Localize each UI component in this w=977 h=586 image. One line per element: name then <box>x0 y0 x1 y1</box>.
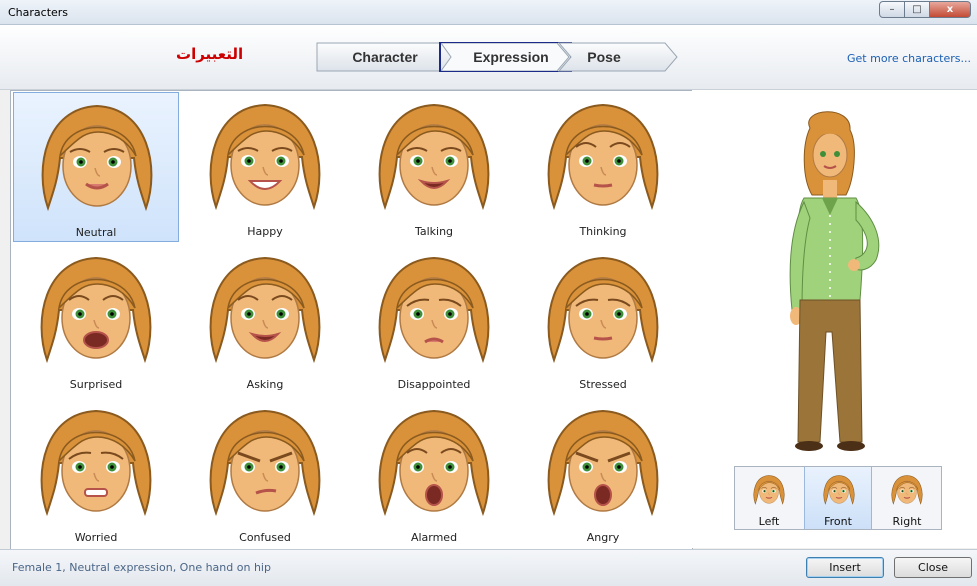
pose-view-front[interactable]: Front <box>804 467 872 529</box>
expression-label: Happy <box>247 225 283 238</box>
expression-label: Angry <box>586 531 620 544</box>
pose-view-label: Front <box>824 515 852 528</box>
insert-button[interactable]: Insert <box>806 557 884 578</box>
character-face-icon <box>204 250 326 370</box>
close-button[interactable]: Close <box>894 557 972 578</box>
pose-view-label: Right <box>892 515 922 528</box>
pose-view-label: Left <box>758 515 780 528</box>
expression-tile-stressed[interactable]: Stressed <box>520 245 686 395</box>
character-face-icon <box>373 250 495 370</box>
expression-label: Surprised <box>69 378 123 391</box>
maximize-icon: □ <box>912 4 922 15</box>
maximize-button[interactable]: □ <box>904 1 930 18</box>
close-icon: x <box>946 4 954 15</box>
expression-tile-confused[interactable]: Confused <box>182 398 348 548</box>
expression-tile-talking[interactable]: Talking <box>351 92 517 242</box>
expression-tile-neutral[interactable]: Neutral <box>13 92 179 242</box>
arabic-title: التعبيرات <box>176 45 244 63</box>
pose-view-right[interactable]: Right <box>873 467 941 529</box>
step-character-label: Character <box>352 49 418 65</box>
character-face-icon <box>204 97 326 217</box>
expression-tile-surprised[interactable]: Surprised <box>13 245 179 395</box>
expression-label: Disappointed <box>397 378 471 391</box>
expression-tile-thinking[interactable]: Thinking <box>520 92 686 242</box>
character-face-icon <box>373 97 495 217</box>
character-face-icon <box>542 250 664 370</box>
pose-view-left[interactable]: Left <box>735 467 803 529</box>
expression-tile-alarmed[interactable]: Alarmed <box>351 398 517 548</box>
expression-tile-happy[interactable]: Happy <box>182 92 348 242</box>
character-face-icon <box>36 98 158 218</box>
get-more-characters-link[interactable]: Get more characters... <box>847 52 971 65</box>
window-title: Characters <box>8 6 69 19</box>
step-expression[interactable]: Expression <box>439 42 573 72</box>
character-face-icon <box>35 403 157 523</box>
expression-label: Worried <box>74 531 118 544</box>
pose-view-tabs: Left Front Right <box>734 466 942 530</box>
character-face-icon <box>204 403 326 523</box>
expression-tile-worried[interactable]: Worried <box>13 398 179 548</box>
step-pose[interactable]: Pose <box>557 42 681 72</box>
expression-label: Asking <box>246 378 284 391</box>
expression-label: Stressed <box>579 378 627 391</box>
title-bar: Characters – □ x <box>0 0 977 25</box>
expression-tile-angry[interactable]: Angry <box>520 398 686 548</box>
status-bar: Female 1, Neutral expression, One hand o… <box>0 549 977 586</box>
character-face-icon <box>35 250 157 370</box>
window-controls: – □ x <box>879 1 971 18</box>
character-face-icon <box>542 97 664 217</box>
minimize-button[interactable]: – <box>879 1 905 18</box>
expression-tile-asking[interactable]: Asking <box>182 245 348 395</box>
expression-label: Thinking <box>579 225 627 238</box>
minimize-icon: – <box>889 4 895 15</box>
expression-label: Talking <box>414 225 454 238</box>
expression-label: Neutral <box>75 226 117 239</box>
expression-tile-disappointed[interactable]: Disappointed <box>351 245 517 395</box>
character-face-icon <box>542 403 664 523</box>
status-text: Female 1, Neutral expression, One hand o… <box>12 561 271 574</box>
expression-label: Alarmed <box>410 531 458 544</box>
character-face-icon <box>373 403 495 523</box>
step-expression-label: Expression <box>473 49 549 65</box>
step-pose-label: Pose <box>587 49 621 65</box>
header: التعبيرات Character Expression Pose Get … <box>0 25 977 90</box>
character-full-figure <box>789 111 880 451</box>
expression-grid: Neutral Happy Talking Thinking Surprised… <box>10 90 693 550</box>
step-character[interactable]: Character <box>315 42 455 72</box>
close-window-button[interactable]: x <box>929 1 971 18</box>
expression-label: Confused <box>239 531 291 544</box>
